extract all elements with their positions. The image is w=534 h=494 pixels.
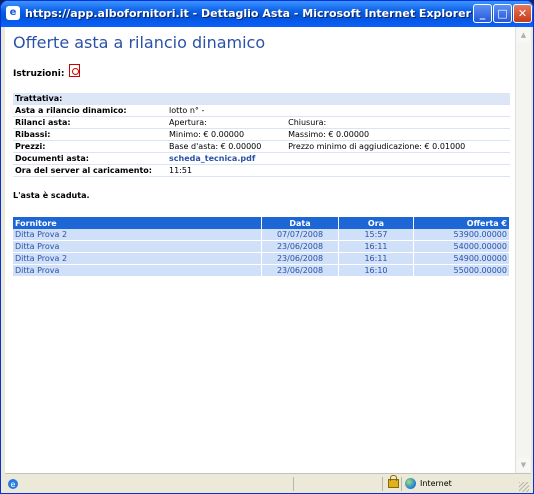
info-row-ora: Ora del server al caricamento: 11:51 bbox=[13, 164, 510, 177]
cell-data: 23/06/2008 bbox=[261, 240, 339, 253]
cell-ora: 16:10 bbox=[338, 264, 414, 277]
maximize-button[interactable]: □ bbox=[493, 4, 512, 23]
cell-offerta: 54000.00000 bbox=[413, 240, 510, 253]
table-row[interactable]: Ditta Prova 23/06/2008 16:10 55000.00000 bbox=[13, 264, 510, 277]
documenti-cell: scheda_tecnica.pdf bbox=[167, 152, 510, 165]
resize-grip[interactable] bbox=[519, 482, 529, 492]
security-zone: Internet bbox=[420, 479, 452, 488]
window-title: https://app.albofornitori.it - Dettaglio… bbox=[25, 7, 472, 20]
cell-ora: 16:11 bbox=[338, 252, 414, 265]
header-offerta[interactable]: Offerta € bbox=[413, 217, 510, 229]
table-row[interactable]: Ditta Prova 2 23/06/2008 16:11 54900.000… bbox=[13, 252, 510, 265]
prezzi-label: Prezzi: bbox=[13, 140, 167, 153]
cell-ora: 16:11 bbox=[338, 240, 414, 253]
document-link[interactable]: scheda_tecnica.pdf bbox=[169, 154, 255, 163]
cell-data: 23/06/2008 bbox=[261, 264, 339, 277]
auction-info-table: Trattativa: Asta a rilancio dinamico: lo… bbox=[13, 93, 510, 177]
table-row[interactable]: Ditta Prova 2 07/07/2008 15:57 53900.000… bbox=[13, 229, 510, 241]
page-title: Offerte asta a rilancio dinamico bbox=[13, 33, 266, 52]
base-asta-value: Base d'asta: € 0.00000 bbox=[167, 140, 287, 153]
cell-fornitore: Ditta Prova bbox=[13, 264, 262, 277]
status-divider bbox=[382, 477, 383, 491]
info-row-prezzi: Prezzi: Base d'asta: € 0.00000 Prezzo mi… bbox=[13, 140, 510, 153]
cell-ora: 15:57 bbox=[338, 229, 414, 241]
cell-offerta: 55000.00000 bbox=[413, 264, 510, 277]
info-row-documenti: Documenti asta: scheda_tecnica.pdf bbox=[13, 152, 510, 165]
trattativa-value bbox=[167, 93, 510, 105]
info-row-asta: Asta a rilancio dinamico: lotto n° - bbox=[13, 104, 510, 117]
apertura-value: Apertura: bbox=[167, 116, 287, 129]
info-row-trattativa: Trattativa: bbox=[13, 93, 510, 105]
chiusura-value: Chiusura: bbox=[286, 116, 510, 129]
asta-value: lotto n° - bbox=[167, 104, 510, 117]
trattativa-label: Trattativa: bbox=[13, 93, 167, 105]
scroll-down-icon[interactable]: ▼ bbox=[517, 458, 530, 472]
svg-text:e: e bbox=[11, 480, 16, 489]
page-done-icon: e bbox=[8, 479, 18, 489]
status-divider bbox=[293, 477, 294, 491]
instructions-label: Istruzioni: bbox=[13, 69, 65, 79]
page-content: Offerte asta a rilancio dinamico Istruzi… bbox=[5, 27, 515, 473]
cell-fornitore: Ditta Prova 2 bbox=[13, 252, 262, 265]
cell-data: 07/07/2008 bbox=[261, 229, 339, 241]
offers-header-row: Fornitore Data Ora Offerta € bbox=[13, 217, 510, 229]
offers-table: Fornitore Data Ora Offerta € Ditta Prova… bbox=[13, 217, 510, 277]
header-ora[interactable]: Ora bbox=[338, 217, 414, 229]
expired-message: L'asta è scaduta. bbox=[13, 191, 90, 200]
ribassi-label: Ribassi: bbox=[13, 128, 167, 141]
minimo-value: Minimo: € 0.00000 bbox=[167, 128, 287, 141]
status-divider bbox=[401, 477, 402, 491]
table-row[interactable]: Ditta Prova 23/06/2008 16:11 54000.00000 bbox=[13, 240, 510, 253]
header-data[interactable]: Data bbox=[261, 217, 339, 229]
browser-viewport: Offerte asta a rilancio dinamico Istruzi… bbox=[5, 27, 531, 473]
vertical-scrollbar[interactable]: ▲ ▼ bbox=[515, 27, 531, 473]
massimo-value: Massimo: € 0.00000 bbox=[286, 128, 510, 141]
ora-value: 11:51 bbox=[167, 164, 510, 177]
cell-data: 23/06/2008 bbox=[261, 252, 339, 265]
header-fornitore[interactable]: Fornitore bbox=[13, 217, 262, 229]
ora-label: Ora del server al caricamento: bbox=[13, 164, 167, 177]
globe-icon bbox=[405, 478, 416, 489]
status-bar: e Internet bbox=[5, 473, 531, 493]
documenti-label: Documenti asta: bbox=[13, 152, 167, 165]
prezzo-minimo-value: Prezzo minimo di aggiudicazione: € 0.010… bbox=[286, 140, 510, 153]
scroll-up-icon[interactable]: ▲ bbox=[517, 28, 530, 42]
cell-offerta: 53900.00000 bbox=[413, 229, 510, 241]
close-button[interactable]: ✕ bbox=[513, 4, 532, 23]
info-row-ribassi: Ribassi: Minimo: € 0.00000 Massimo: € 0.… bbox=[13, 128, 510, 141]
ie-icon: e bbox=[6, 6, 20, 20]
browser-window: e https://app.albofornitori.it - Dettagl… bbox=[0, 0, 534, 494]
info-row-rilanci: Rilanci asta: Apertura: Chiusura: bbox=[13, 116, 510, 129]
title-bar[interactable]: e https://app.albofornitori.it - Dettagl… bbox=[1, 1, 533, 27]
minimize-button[interactable]: _ bbox=[473, 4, 492, 23]
pdf-icon[interactable] bbox=[69, 64, 80, 77]
cell-fornitore: Ditta Prova bbox=[13, 240, 262, 253]
cell-fornitore: Ditta Prova 2 bbox=[13, 229, 262, 241]
rilanci-label: Rilanci asta: bbox=[13, 116, 167, 129]
asta-label: Asta a rilancio dinamico: bbox=[13, 104, 167, 117]
cell-offerta: 54900.00000 bbox=[413, 252, 510, 265]
lock-icon[interactable] bbox=[388, 475, 399, 488]
